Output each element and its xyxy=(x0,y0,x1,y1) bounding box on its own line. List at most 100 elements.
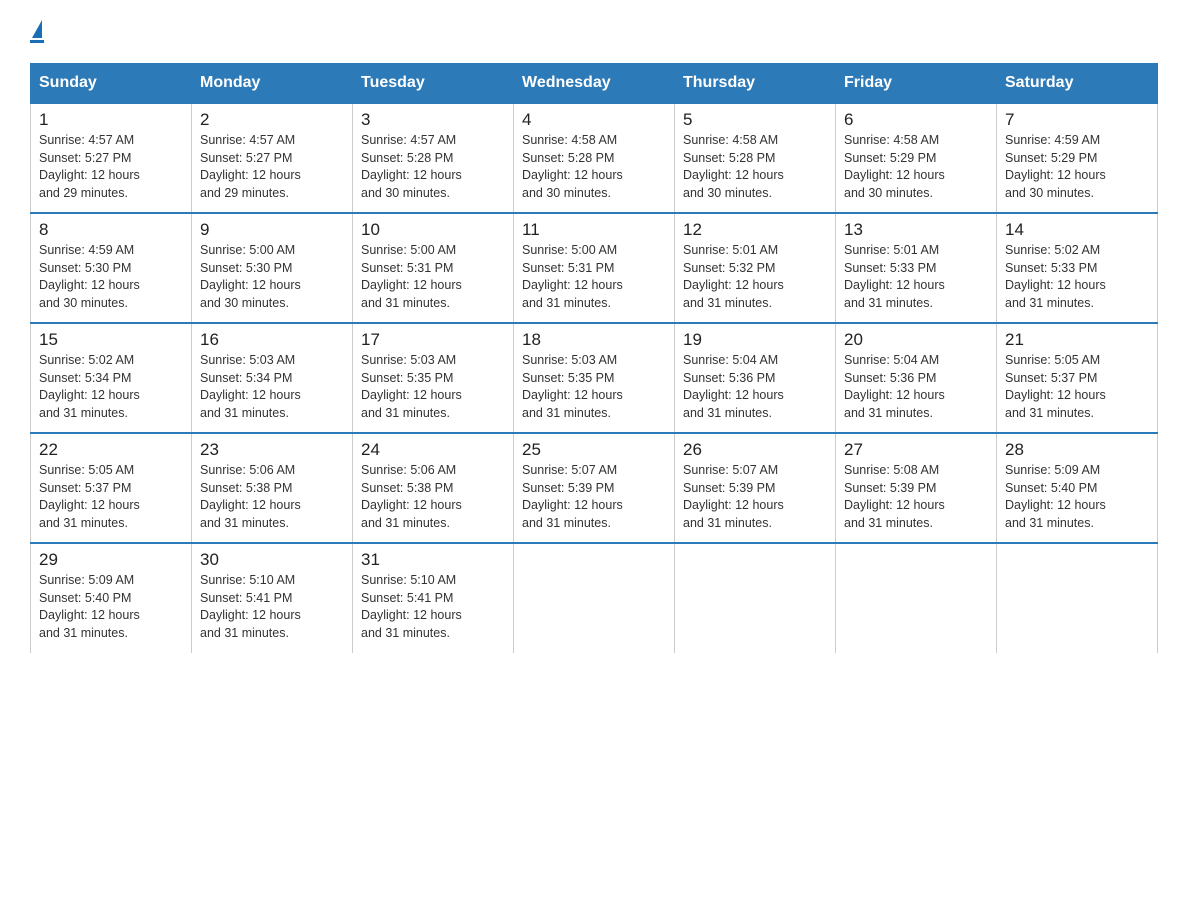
day-number: 15 xyxy=(39,330,183,350)
day-number: 21 xyxy=(1005,330,1149,350)
day-cell-14: 14 Sunrise: 5:02 AM Sunset: 5:33 PM Dayl… xyxy=(997,213,1158,323)
calendar-table: SundayMondayTuesdayWednesdayThursdayFrid… xyxy=(30,63,1158,653)
day-cell-15: 15 Sunrise: 5:02 AM Sunset: 5:34 PM Dayl… xyxy=(31,323,192,433)
day-info: Sunrise: 4:57 AM Sunset: 5:28 PM Dayligh… xyxy=(361,132,505,202)
week-row-1: 1 Sunrise: 4:57 AM Sunset: 5:27 PM Dayli… xyxy=(31,103,1158,213)
header-tuesday: Tuesday xyxy=(353,64,514,104)
day-cell-22: 22 Sunrise: 5:05 AM Sunset: 5:37 PM Dayl… xyxy=(31,433,192,543)
day-number: 8 xyxy=(39,220,183,240)
day-info: Sunrise: 4:58 AM Sunset: 5:28 PM Dayligh… xyxy=(522,132,666,202)
day-info: Sunrise: 5:05 AM Sunset: 5:37 PM Dayligh… xyxy=(39,462,183,532)
day-cell-12: 12 Sunrise: 5:01 AM Sunset: 5:32 PM Dayl… xyxy=(675,213,836,323)
day-cell-27: 27 Sunrise: 5:08 AM Sunset: 5:39 PM Dayl… xyxy=(836,433,997,543)
day-cell-17: 17 Sunrise: 5:03 AM Sunset: 5:35 PM Dayl… xyxy=(353,323,514,433)
day-cell-7: 7 Sunrise: 4:59 AM Sunset: 5:29 PM Dayli… xyxy=(997,103,1158,213)
week-row-2: 8 Sunrise: 4:59 AM Sunset: 5:30 PM Dayli… xyxy=(31,213,1158,323)
day-info: Sunrise: 5:04 AM Sunset: 5:36 PM Dayligh… xyxy=(683,352,827,422)
day-info: Sunrise: 5:01 AM Sunset: 5:33 PM Dayligh… xyxy=(844,242,988,312)
day-cell-23: 23 Sunrise: 5:06 AM Sunset: 5:38 PM Dayl… xyxy=(192,433,353,543)
day-cell-4: 4 Sunrise: 4:58 AM Sunset: 5:28 PM Dayli… xyxy=(514,103,675,213)
day-info: Sunrise: 5:06 AM Sunset: 5:38 PM Dayligh… xyxy=(200,462,344,532)
day-number: 17 xyxy=(361,330,505,350)
day-info: Sunrise: 5:03 AM Sunset: 5:35 PM Dayligh… xyxy=(522,352,666,422)
day-number: 22 xyxy=(39,440,183,460)
day-info: Sunrise: 5:07 AM Sunset: 5:39 PM Dayligh… xyxy=(522,462,666,532)
empty-cell xyxy=(675,543,836,653)
header-saturday: Saturday xyxy=(997,64,1158,104)
page-header xyxy=(30,20,1158,43)
day-cell-9: 9 Sunrise: 5:00 AM Sunset: 5:30 PM Dayli… xyxy=(192,213,353,323)
day-number: 26 xyxy=(683,440,827,460)
day-info: Sunrise: 5:01 AM Sunset: 5:32 PM Dayligh… xyxy=(683,242,827,312)
day-number: 7 xyxy=(1005,110,1149,130)
day-number: 5 xyxy=(683,110,827,130)
day-number: 16 xyxy=(200,330,344,350)
day-cell-18: 18 Sunrise: 5:03 AM Sunset: 5:35 PM Dayl… xyxy=(514,323,675,433)
day-cell-31: 31 Sunrise: 5:10 AM Sunset: 5:41 PM Dayl… xyxy=(353,543,514,653)
day-cell-16: 16 Sunrise: 5:03 AM Sunset: 5:34 PM Dayl… xyxy=(192,323,353,433)
day-cell-19: 19 Sunrise: 5:04 AM Sunset: 5:36 PM Dayl… xyxy=(675,323,836,433)
header-monday: Monday xyxy=(192,64,353,104)
day-number: 1 xyxy=(39,110,183,130)
calendar-header-row: SundayMondayTuesdayWednesdayThursdayFrid… xyxy=(31,64,1158,104)
week-row-5: 29 Sunrise: 5:09 AM Sunset: 5:40 PM Dayl… xyxy=(31,543,1158,653)
day-cell-11: 11 Sunrise: 5:00 AM Sunset: 5:31 PM Dayl… xyxy=(514,213,675,323)
day-info: Sunrise: 5:03 AM Sunset: 5:35 PM Dayligh… xyxy=(361,352,505,422)
empty-cell xyxy=(997,543,1158,653)
day-number: 12 xyxy=(683,220,827,240)
day-cell-28: 28 Sunrise: 5:09 AM Sunset: 5:40 PM Dayl… xyxy=(997,433,1158,543)
day-cell-6: 6 Sunrise: 4:58 AM Sunset: 5:29 PM Dayli… xyxy=(836,103,997,213)
day-cell-25: 25 Sunrise: 5:07 AM Sunset: 5:39 PM Dayl… xyxy=(514,433,675,543)
day-number: 11 xyxy=(522,220,666,240)
day-info: Sunrise: 5:00 AM Sunset: 5:30 PM Dayligh… xyxy=(200,242,344,312)
day-number: 25 xyxy=(522,440,666,460)
day-number: 24 xyxy=(361,440,505,460)
empty-cell xyxy=(836,543,997,653)
header-wednesday: Wednesday xyxy=(514,64,675,104)
day-info: Sunrise: 5:10 AM Sunset: 5:41 PM Dayligh… xyxy=(200,572,344,642)
day-info: Sunrise: 5:07 AM Sunset: 5:39 PM Dayligh… xyxy=(683,462,827,532)
day-number: 18 xyxy=(522,330,666,350)
day-number: 14 xyxy=(1005,220,1149,240)
logo xyxy=(30,20,44,43)
day-number: 3 xyxy=(361,110,505,130)
day-cell-29: 29 Sunrise: 5:09 AM Sunset: 5:40 PM Dayl… xyxy=(31,543,192,653)
day-info: Sunrise: 5:10 AM Sunset: 5:41 PM Dayligh… xyxy=(361,572,505,642)
day-cell-30: 30 Sunrise: 5:10 AM Sunset: 5:41 PM Dayl… xyxy=(192,543,353,653)
day-info: Sunrise: 5:05 AM Sunset: 5:37 PM Dayligh… xyxy=(1005,352,1149,422)
day-cell-10: 10 Sunrise: 5:00 AM Sunset: 5:31 PM Dayl… xyxy=(353,213,514,323)
day-info: Sunrise: 4:57 AM Sunset: 5:27 PM Dayligh… xyxy=(39,132,183,202)
day-info: Sunrise: 5:06 AM Sunset: 5:38 PM Dayligh… xyxy=(361,462,505,532)
day-info: Sunrise: 5:02 AM Sunset: 5:34 PM Dayligh… xyxy=(39,352,183,422)
day-info: Sunrise: 5:00 AM Sunset: 5:31 PM Dayligh… xyxy=(522,242,666,312)
header-friday: Friday xyxy=(836,64,997,104)
day-info: Sunrise: 5:03 AM Sunset: 5:34 PM Dayligh… xyxy=(200,352,344,422)
day-cell-2: 2 Sunrise: 4:57 AM Sunset: 5:27 PM Dayli… xyxy=(192,103,353,213)
day-info: Sunrise: 4:58 AM Sunset: 5:28 PM Dayligh… xyxy=(683,132,827,202)
day-info: Sunrise: 4:59 AM Sunset: 5:29 PM Dayligh… xyxy=(1005,132,1149,202)
day-number: 10 xyxy=(361,220,505,240)
day-cell-21: 21 Sunrise: 5:05 AM Sunset: 5:37 PM Dayl… xyxy=(997,323,1158,433)
day-info: Sunrise: 5:02 AM Sunset: 5:33 PM Dayligh… xyxy=(1005,242,1149,312)
day-number: 30 xyxy=(200,550,344,570)
day-number: 28 xyxy=(1005,440,1149,460)
day-cell-5: 5 Sunrise: 4:58 AM Sunset: 5:28 PM Dayli… xyxy=(675,103,836,213)
day-number: 31 xyxy=(361,550,505,570)
header-thursday: Thursday xyxy=(675,64,836,104)
day-cell-1: 1 Sunrise: 4:57 AM Sunset: 5:27 PM Dayli… xyxy=(31,103,192,213)
day-number: 4 xyxy=(522,110,666,130)
week-row-3: 15 Sunrise: 5:02 AM Sunset: 5:34 PM Dayl… xyxy=(31,323,1158,433)
day-info: Sunrise: 5:09 AM Sunset: 5:40 PM Dayligh… xyxy=(39,572,183,642)
day-cell-24: 24 Sunrise: 5:06 AM Sunset: 5:38 PM Dayl… xyxy=(353,433,514,543)
day-info: Sunrise: 5:00 AM Sunset: 5:31 PM Dayligh… xyxy=(361,242,505,312)
day-cell-20: 20 Sunrise: 5:04 AM Sunset: 5:36 PM Dayl… xyxy=(836,323,997,433)
day-cell-26: 26 Sunrise: 5:07 AM Sunset: 5:39 PM Dayl… xyxy=(675,433,836,543)
header-sunday: Sunday xyxy=(31,64,192,104)
day-number: 19 xyxy=(683,330,827,350)
day-number: 2 xyxy=(200,110,344,130)
day-info: Sunrise: 4:59 AM Sunset: 5:30 PM Dayligh… xyxy=(39,242,183,312)
empty-cell xyxy=(514,543,675,653)
day-info: Sunrise: 4:57 AM Sunset: 5:27 PM Dayligh… xyxy=(200,132,344,202)
day-number: 23 xyxy=(200,440,344,460)
day-number: 13 xyxy=(844,220,988,240)
